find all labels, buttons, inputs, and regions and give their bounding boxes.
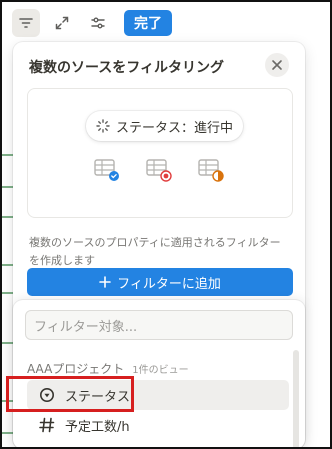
database-table-icon bbox=[94, 157, 120, 183]
add-filter-label: フィルターに追加 bbox=[117, 276, 221, 292]
expand-icon bbox=[55, 16, 69, 30]
database-table-icon bbox=[198, 157, 224, 183]
property-label: 予定工数/h bbox=[65, 419, 130, 435]
filter-preview-illustration: ステータス：進行中 bbox=[27, 88, 293, 218]
search-placeholder: フィルター対象... bbox=[34, 319, 138, 335]
plus-icon bbox=[99, 276, 111, 288]
database-icons bbox=[94, 157, 224, 183]
property-item-estimated-hours[interactable]: 予定工数/h bbox=[27, 410, 289, 440]
database-table-icon bbox=[146, 157, 172, 183]
panel-title: 複数のソースをフィルタリング bbox=[29, 60, 225, 76]
status-chip-label: ステータス：進行中 bbox=[116, 120, 234, 136]
filter-search-input[interactable]: フィルター対象... bbox=[25, 310, 293, 340]
loading-spinner-icon bbox=[96, 119, 110, 133]
close-icon bbox=[272, 60, 282, 70]
expand-button[interactable] bbox=[48, 9, 76, 37]
filter-property-dropdown: フィルター対象... AAAプロジェクト 1件のビュー ステータス 予定工数/h bbox=[13, 300, 305, 449]
panel-description: 複数のソースのプロパティに適用されるフィルターを作成します bbox=[29, 236, 281, 267]
toolbar: 完了 bbox=[12, 8, 172, 38]
close-button[interactable] bbox=[265, 53, 289, 77]
group-view-count: 1件のビュー bbox=[132, 365, 189, 376]
settings-button[interactable] bbox=[84, 9, 112, 37]
hash-icon bbox=[39, 417, 55, 433]
source-group-header: AAAプロジェクト 1件のビュー bbox=[27, 360, 189, 377]
done-button[interactable]: 完了 bbox=[124, 10, 172, 36]
sliders-icon bbox=[91, 17, 105, 29]
selection-highlight bbox=[6, 376, 134, 412]
scrollbar[interactable] bbox=[293, 350, 299, 449]
filter-icon bbox=[19, 18, 33, 28]
status-filter-chip: ステータス：進行中 bbox=[86, 111, 244, 141]
group-title: AAAプロジェクト bbox=[27, 362, 125, 376]
add-filter-button[interactable]: フィルターに追加 bbox=[27, 268, 293, 296]
filter-button[interactable] bbox=[12, 9, 40, 37]
